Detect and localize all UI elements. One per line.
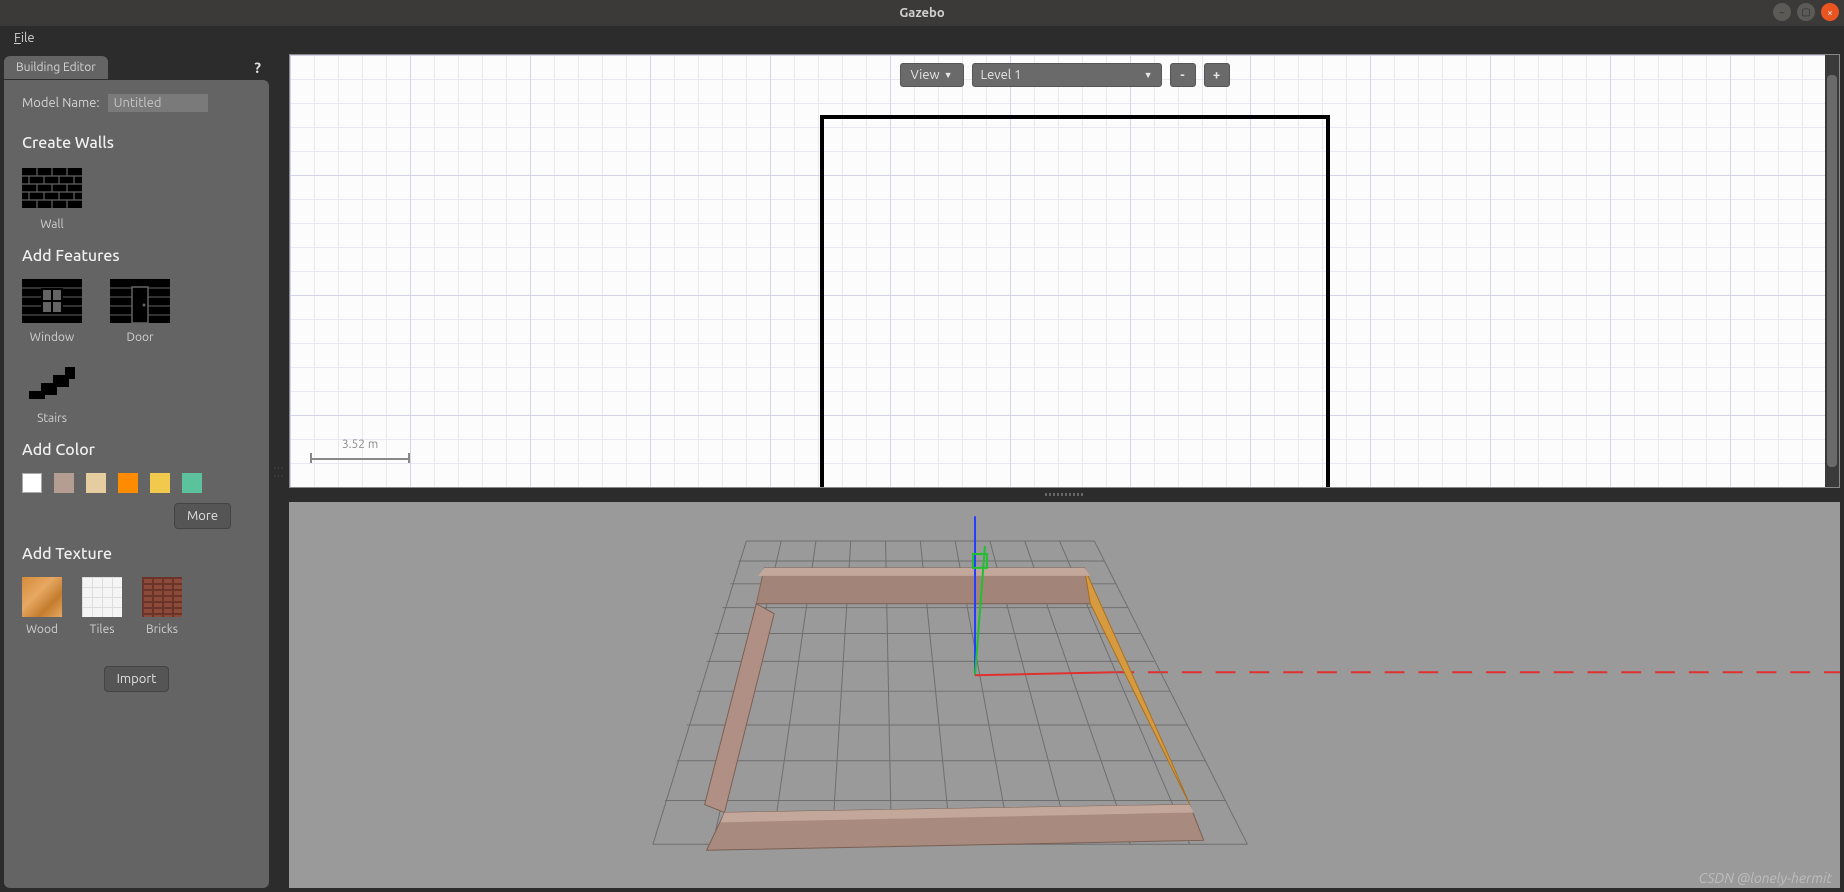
menu-file[interactable]: File bbox=[8, 29, 41, 47]
scrollbar-vertical[interactable] bbox=[1825, 55, 1839, 487]
close-icon[interactable]: × bbox=[1821, 3, 1839, 21]
zoom-out-button[interactable]: - bbox=[1170, 63, 1196, 87]
main-panels: 3.52 m View▼ Level 1▼ - + bbox=[289, 54, 1840, 888]
stairs-icon bbox=[22, 360, 82, 404]
color-tan[interactable] bbox=[54, 473, 74, 493]
section-add-texture: Add Texture bbox=[22, 545, 251, 563]
tab-row: Building Editor ? bbox=[4, 54, 269, 80]
zoom-in-button[interactable]: + bbox=[1204, 63, 1230, 87]
view2d-toolbar: View▼ Level 1▼ - + bbox=[899, 63, 1229, 87]
sidebar-wrap: Building Editor ? Model Name: Create Wal… bbox=[4, 54, 269, 888]
color-beige[interactable] bbox=[86, 473, 106, 493]
window-title: Gazebo bbox=[899, 6, 944, 20]
color-row bbox=[22, 473, 251, 493]
color-orange[interactable] bbox=[118, 473, 138, 493]
menubar: File bbox=[0, 26, 1844, 50]
texture-wood[interactable]: Wood bbox=[22, 577, 62, 636]
tiles-icon bbox=[82, 577, 122, 617]
wood-icon bbox=[22, 577, 62, 617]
content: Building Editor ? Model Name: Create Wal… bbox=[0, 50, 1844, 892]
titlebar: Gazebo – ▢ × bbox=[0, 0, 1844, 26]
section-add-color: Add Color bbox=[22, 441, 251, 459]
scale-bar: 3.52 m bbox=[310, 438, 410, 463]
wall-label: Wall bbox=[40, 218, 63, 231]
minimize-icon[interactable]: – bbox=[1773, 3, 1791, 21]
door-icon bbox=[110, 279, 170, 323]
color-white[interactable] bbox=[22, 473, 42, 493]
view-dropdown[interactable]: View▼ bbox=[899, 63, 963, 87]
maximize-icon[interactable]: ▢ bbox=[1797, 3, 1815, 21]
import-button[interactable]: Import bbox=[104, 666, 170, 692]
sidebar: Model Name: Create Walls Wall Add Featur… bbox=[4, 80, 269, 888]
floorplan-rect[interactable] bbox=[820, 115, 1330, 488]
chevron-down-icon: ▼ bbox=[1144, 70, 1153, 80]
scale-line-icon bbox=[310, 453, 410, 463]
sidebar-resize-handle[interactable]: ⋮⋮ bbox=[275, 54, 283, 888]
model-name-label: Model Name: bbox=[22, 96, 100, 110]
app-window: Gazebo – ▢ × File Building Editor ? Mode… bbox=[0, 0, 1844, 892]
axis-y bbox=[975, 546, 985, 675]
door-label: Door bbox=[126, 331, 153, 344]
scale-label: 3.52 m bbox=[342, 438, 378, 451]
palette-wall[interactable]: Wall bbox=[22, 166, 82, 231]
tab-building-editor[interactable]: Building Editor bbox=[4, 56, 108, 79]
texture-bricks[interactable]: Bricks bbox=[142, 577, 182, 636]
chevron-down-icon: ▼ bbox=[944, 70, 953, 80]
split-handle[interactable] bbox=[289, 492, 1840, 498]
wall-icon bbox=[22, 166, 82, 210]
palette-door[interactable]: Door bbox=[110, 279, 170, 344]
tiles-label: Tiles bbox=[90, 623, 115, 636]
model-name-row: Model Name: bbox=[22, 94, 251, 112]
view-3d[interactable] bbox=[289, 502, 1840, 888]
model-name-input[interactable] bbox=[108, 94, 208, 112]
window-controls: – ▢ × bbox=[1773, 3, 1839, 21]
wood-label: Wood bbox=[26, 623, 58, 636]
bricks-icon bbox=[142, 577, 182, 617]
axis-x bbox=[975, 672, 1114, 675]
scene-3d bbox=[289, 502, 1840, 888]
window-label: Window bbox=[30, 331, 74, 344]
color-green[interactable] bbox=[182, 473, 202, 493]
bricks-label: Bricks bbox=[146, 623, 178, 636]
level-select[interactable]: Level 1▼ bbox=[972, 63, 1162, 87]
scrollbar-thumb[interactable] bbox=[1827, 75, 1837, 467]
stairs-label: Stairs bbox=[37, 412, 67, 425]
window-icon bbox=[22, 279, 82, 323]
section-add-features: Add Features bbox=[22, 247, 251, 265]
palette-stairs[interactable]: Stairs bbox=[22, 360, 82, 425]
help-button[interactable]: ? bbox=[246, 59, 269, 76]
color-yellow[interactable] bbox=[150, 473, 170, 493]
more-button[interactable]: More bbox=[174, 503, 231, 529]
view-2d[interactable]: 3.52 m View▼ Level 1▼ - + bbox=[289, 54, 1840, 488]
texture-tiles[interactable]: Tiles bbox=[82, 577, 122, 636]
section-create-walls: Create Walls bbox=[22, 134, 251, 152]
palette-window[interactable]: Window bbox=[22, 279, 82, 344]
